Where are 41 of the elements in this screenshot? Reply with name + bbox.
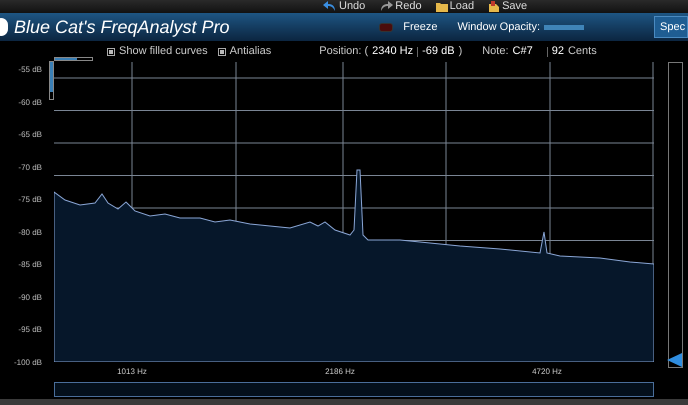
freeze-toggle[interactable] — [379, 22, 394, 32]
toolbar-button[interactable]: Undo — [323, 1, 366, 12]
note-label: Note: — [482, 44, 509, 60]
toolbar-button[interactable]: Save — [488, 1, 528, 12]
checkbox-label: Antialias — [230, 44, 272, 60]
window-title: Blue Cat's FreqAnalyst Pro — [14, 16, 230, 39]
note-value: C#7 — [512, 44, 533, 60]
redo-arrow-icon — [379, 1, 394, 12]
axis-label: -70 dB — [18, 164, 42, 172]
frequency-value: 2340 Hz — [372, 44, 414, 60]
level-value: -69 dB — [422, 44, 455, 60]
axis-label: 4720 Hz — [532, 368, 562, 376]
axis-label: -75 dB — [18, 196, 42, 204]
opacity-label: Window Opacity: — [457, 20, 540, 35]
toolbar-button[interactable]: Load — [436, 1, 474, 12]
axis-label: -85 dB — [18, 261, 42, 269]
checkbox[interactable] — [107, 48, 115, 56]
checkbox-label: Show filled curves — [119, 44, 208, 60]
cents-value: 92 — [552, 44, 564, 60]
frequency-scrollbar[interactable] — [54, 382, 654, 397]
spectrum-button[interactable]: Spec — [654, 16, 688, 38]
position-label: Position: ( — [319, 44, 368, 60]
toolbar-button[interactable]: Redo — [379, 1, 422, 12]
slider-thumb[interactable] — [667, 353, 682, 367]
range-slider[interactable] — [668, 62, 683, 368]
cents-label: Cents — [568, 44, 597, 60]
axis-label: -95 dB — [18, 326, 42, 334]
document-icon — [488, 1, 500, 12]
position-close: ) — [458, 44, 462, 60]
axis-label: -65 dB — [18, 131, 42, 139]
axis-label: -100 dB — [14, 358, 42, 366]
axis-label: 1013 Hz — [117, 368, 147, 376]
opacity-slider[interactable] — [544, 24, 584, 30]
undo-arrow-icon — [323, 1, 337, 12]
freeze-label: Freeze — [403, 20, 438, 35]
checkbox[interactable] — [218, 48, 226, 56]
axis-label: -80 dB — [18, 228, 42, 236]
axis-label: -55 dB — [18, 66, 42, 74]
axis-label: 2186 Hz — [325, 368, 355, 376]
axis-label: -60 dB — [18, 98, 42, 106]
axis-label: -90 dB — [18, 294, 42, 302]
